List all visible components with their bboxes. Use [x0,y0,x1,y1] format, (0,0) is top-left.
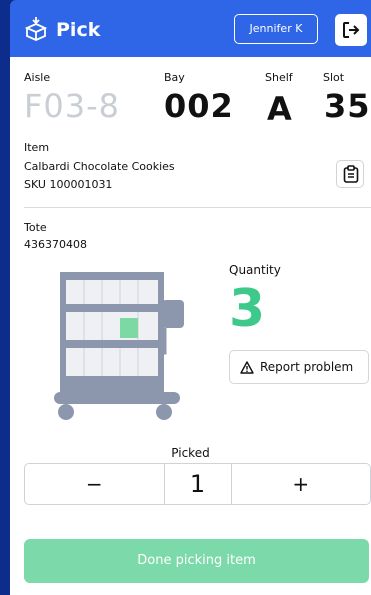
done-picking-button[interactable]: Done picking item [24,539,369,583]
slot-label: Slot [323,71,345,84]
warning-icon [240,361,254,374]
report-problem-button[interactable]: Report problem [229,350,369,384]
bay-value: 002 [164,87,234,125]
bay-label: Bay [164,71,185,84]
aisle-label: Aisle [24,71,51,84]
package-icon [24,17,48,41]
shelf-value: A [267,90,293,128]
item-details-button[interactable] [336,160,364,188]
picked-value[interactable]: 1 [163,464,232,504]
item-name: Calbardi Chocolate Cookies [24,160,175,173]
item-label: Item [24,141,50,154]
clipboard-icon [343,165,359,183]
divider [24,207,371,208]
tote-id: 436370408 [24,238,87,251]
logout-button[interactable] [335,14,367,46]
aisle-value: F03-8 [24,87,121,125]
picked-label: Picked [171,446,210,460]
slot-value: 35 [324,87,371,125]
pick-panel: Aisle F03-8 Bay 002 Shelf A Slot 35 Item… [10,57,371,595]
tote-cart-icon [54,272,184,420]
quantity-label: Quantity [229,263,281,277]
quantity-value: 3 [229,279,266,339]
page-title: Pick [56,19,101,41]
report-problem-label: Report problem [260,360,354,374]
picked-stepper: − 1 + [24,463,371,505]
decrement-button[interactable]: − [25,464,164,504]
shelf-label: Shelf [265,71,293,84]
logout-icon [343,22,360,38]
increment-button[interactable]: + [232,464,371,504]
app-header: Pick Jennifer K [10,0,371,57]
tote-label: Tote [24,221,47,234]
item-sku: SKU 100001031 [24,178,113,191]
user-button[interactable]: Jennifer K [234,14,318,44]
